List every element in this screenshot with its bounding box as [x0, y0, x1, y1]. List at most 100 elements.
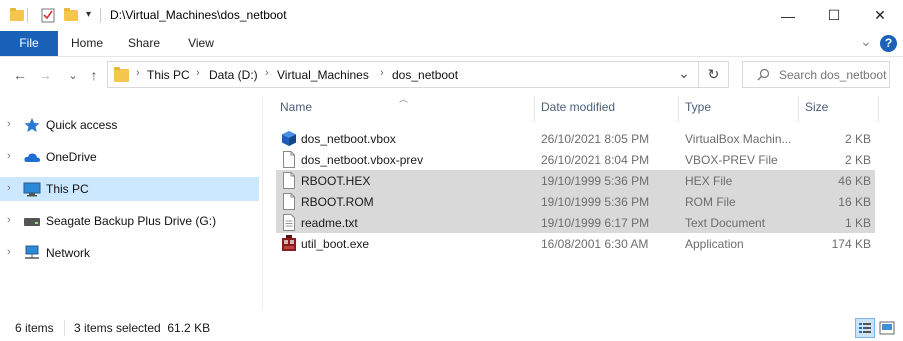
file-row[interactable]: dos_netboot.vbox 26/10/2021 8:05 PM Virt…	[276, 128, 875, 149]
file-row[interactable]: readme.txt 19/10/1999 6:17 PM Text Docum…	[276, 212, 875, 233]
sidebar-item-label: OneDrive	[46, 150, 97, 164]
column-header-label: Date modified	[541, 100, 616, 114]
breadcrumb-separator[interactable]: ›	[265, 67, 269, 79]
column-divider[interactable]	[534, 96, 535, 122]
breadcrumb-separator[interactable]: ›	[196, 67, 200, 79]
chevron-right-icon[interactable]: ›	[7, 118, 11, 130]
file-date: 16/08/2001 6:30 AM	[541, 237, 649, 251]
network-icon	[23, 245, 41, 261]
forward-button[interactable]: →	[34, 64, 56, 86]
file-row[interactable]: dos_netboot.vbox-prev 26/10/2021 8:04 PM…	[276, 149, 875, 170]
file-type: VBOX-PREV File	[685, 153, 778, 167]
minimize-button[interactable]: —	[765, 0, 811, 31]
ribbon-expand-icon[interactable]: ⌄	[860, 33, 872, 50]
customize-qat-icon[interactable]: ▾	[86, 9, 91, 20]
column-header-name[interactable]: Name	[280, 100, 530, 122]
star-icon	[23, 117, 41, 133]
column-header-date[interactable]: Date modified	[541, 100, 676, 122]
maximize-button[interactable]: ☐	[811, 0, 857, 31]
folder-icon	[10, 7, 24, 23]
cloud-icon	[23, 149, 41, 165]
sidebar-item-label: Network	[46, 246, 91, 260]
file-name: dos_netboot.vbox	[301, 132, 396, 146]
text-file-icon	[281, 214, 297, 231]
chevron-right-icon[interactable]: ›	[7, 182, 11, 194]
file-type: HEX File	[685, 174, 733, 188]
computer-icon	[23, 181, 41, 197]
help-icon[interactable]: ?	[880, 35, 897, 52]
column-divider[interactable]	[798, 96, 799, 122]
column-header-label: Size	[805, 100, 829, 114]
column-header-type[interactable]: Type	[685, 100, 795, 122]
breadcrumb-virtual-machines[interactable]: Virtual_Machines	[277, 68, 369, 82]
tab-view[interactable]: View	[176, 31, 226, 56]
virtualbox-icon	[281, 130, 297, 147]
file-size: 174 KB	[831, 237, 871, 251]
file-name: readme.txt	[301, 216, 358, 230]
tab-share[interactable]: Share	[119, 31, 169, 56]
window-title: D:\Virtual_Machines\dos_netboot	[110, 8, 287, 22]
column-divider[interactable]	[678, 96, 679, 122]
breadcrumb-dos-netboot[interactable]: dos_netboot	[392, 68, 458, 82]
close-button[interactable]: ✕	[857, 0, 903, 31]
search-input[interactable]	[779, 66, 887, 83]
sidebar-item-seagate-drive[interactable]: › Seagate Backup Plus Drive (G:)	[0, 209, 259, 233]
file-date: 19/10/1999 6:17 PM	[541, 216, 650, 230]
refresh-button[interactable]: ↻	[699, 61, 729, 88]
breadcrumb-this-pc[interactable]: This PC	[147, 68, 190, 82]
breadcrumb-separator[interactable]: ›	[380, 67, 384, 79]
details-view-icon	[859, 323, 871, 333]
status-divider	[64, 320, 65, 336]
folder-icon	[114, 66, 129, 82]
search-icon	[757, 68, 770, 84]
title-bar: ▾ D:\Virtual_Machines\dos_netboot — ☐ ✕	[0, 0, 903, 31]
chevron-right-icon[interactable]: ›	[7, 246, 11, 258]
status-selection: 3 items selected 61.2 KB	[74, 321, 211, 335]
breadcrumb-data-d[interactable]: Data (D:)	[209, 68, 258, 82]
chevron-right-icon[interactable]: ›	[7, 150, 11, 162]
new-folder-icon[interactable]	[64, 7, 78, 23]
file-row[interactable]: util_boot.exe 16/08/2001 6:30 AM Applica…	[276, 233, 875, 254]
file-size: 1 KB	[844, 216, 871, 230]
file-row[interactable]: RBOOT.HEX 19/10/1999 5:36 PM HEX File 46…	[276, 170, 875, 191]
file-type: Application	[685, 237, 744, 251]
sidebar-item-label: This PC	[46, 182, 89, 196]
properties-icon[interactable]	[41, 7, 55, 23]
back-button[interactable]: ←	[9, 64, 31, 86]
file-icon	[281, 151, 297, 168]
drive-icon	[23, 213, 41, 229]
divider	[27, 8, 28, 23]
sidebar-item-onedrive[interactable]: › OneDrive	[0, 145, 259, 169]
file-size: 2 KB	[844, 132, 871, 146]
column-divider[interactable]	[878, 96, 879, 122]
file-size: 46 KB	[838, 174, 871, 188]
up-button[interactable]: ↑	[83, 64, 105, 86]
large-icons-view-button[interactable]	[877, 318, 897, 338]
file-name: util_boot.exe	[301, 237, 370, 251]
column-header-label: Type	[685, 100, 712, 114]
address-dropdown-icon[interactable]: ⌄	[678, 65, 690, 82]
status-item-count: 6 items	[15, 321, 54, 335]
tab-home[interactable]: Home	[62, 31, 112, 56]
recent-locations-button[interactable]: ⌄	[62, 64, 84, 86]
file-date: 26/10/2021 8:04 PM	[541, 153, 650, 167]
sidebar-item-label: Quick access	[46, 118, 118, 132]
file-date: 19/10/1999 5:36 PM	[541, 195, 650, 209]
sidebar-item-network[interactable]: › Network	[0, 241, 259, 265]
sidebar-item-this-pc[interactable]: › This PC	[0, 177, 259, 201]
address-bar[interactable]: › This PC › Data (D:) › Virtual_Machines…	[107, 61, 699, 88]
sidebar-item-quick-access[interactable]: › Quick access	[0, 113, 259, 137]
details-view-button[interactable]	[855, 318, 875, 338]
large-icons-view-icon	[879, 321, 895, 335]
pane-divider[interactable]	[262, 96, 263, 311]
search-box[interactable]	[742, 61, 890, 88]
application-icon	[281, 235, 297, 252]
file-icon	[281, 172, 297, 189]
sidebar-item-label: Seagate Backup Plus Drive (G:)	[46, 214, 217, 228]
file-date: 19/10/1999 5:36 PM	[541, 174, 650, 188]
tab-file[interactable]: File	[0, 31, 58, 56]
file-type: Text Document	[685, 216, 766, 230]
column-header-size[interactable]: Size	[805, 100, 875, 122]
chevron-right-icon[interactable]: ›	[7, 214, 11, 226]
file-row[interactable]: RBOOT.ROM 19/10/1999 5:36 PM ROM File 16…	[276, 191, 875, 212]
